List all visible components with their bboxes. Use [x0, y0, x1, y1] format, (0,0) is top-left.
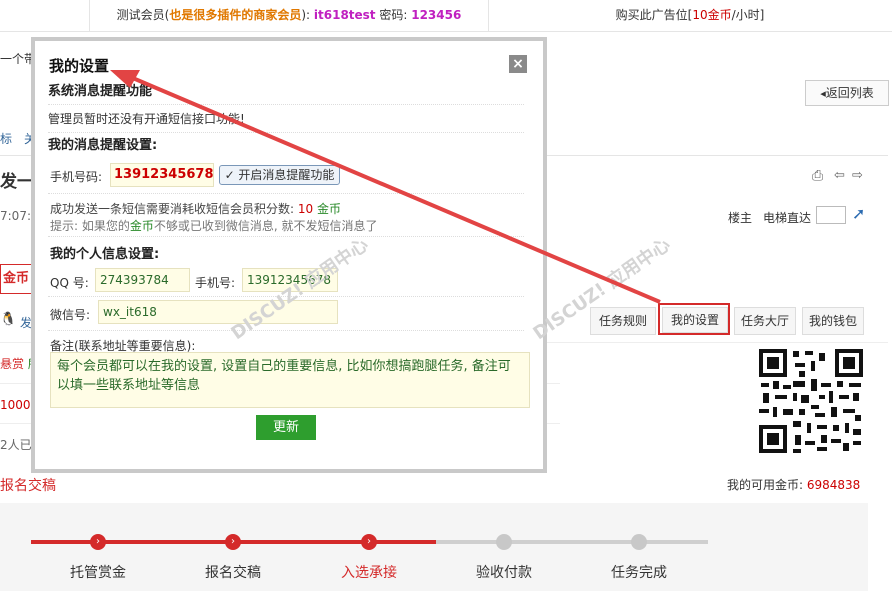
available-coins-label: 我的可用金币: — [727, 478, 807, 492]
next-thread-icon[interactable]: ⇨ — [852, 168, 863, 183]
test-password: 123456 — [411, 8, 462, 22]
test-label-highlight: 也是很多插件的商家会员 — [169, 8, 302, 22]
close-icon[interactable]: × — [509, 55, 527, 73]
hint-prefix: 提示: 如果您的 — [50, 219, 130, 233]
phone-input[interactable]: 13912345678 — [110, 163, 214, 187]
test-label-suffix: ): — [301, 8, 314, 22]
my-wallet-button[interactable]: 我的钱包 — [802, 307, 864, 335]
ad-slot-link[interactable]: 购买此广告位[10金币/小时] — [488, 0, 892, 31]
sms-status-row: 管理员暂时还没有开通短信接口功能! — [48, 106, 524, 133]
back-to-list-button[interactable]: ◂返回列表 — [805, 80, 889, 106]
step-label-4: 验收付款 — [476, 565, 532, 581]
password-label: 密码: — [375, 8, 412, 22]
ad-amount: 10金币 — [692, 8, 732, 22]
signup-label-partial: 报名交稿 — [0, 478, 56, 494]
sms-cost-prefix: 成功发送一条短信需要消耗收短信会员积分数: — [50, 202, 298, 216]
step-dot-3: › — [361, 534, 377, 550]
update-button[interactable]: 更新 — [256, 415, 316, 440]
sms-status-text: 管理员暂时还没有开通短信接口功能! — [48, 112, 245, 126]
step-dot-1: › — [90, 534, 106, 550]
section-sms: 系统消息提醒功能 — [48, 80, 524, 105]
enable-notify-button[interactable]: ✓ 开启消息提醒功能 — [219, 165, 340, 185]
my-settings-button[interactable]: 我的设置 — [662, 307, 728, 333]
sms-cost-unit: 金币 — [316, 202, 341, 216]
ad-suffix: /小时] — [731, 8, 765, 22]
divider — [48, 236, 524, 237]
sms-cost-value: 10 — [297, 202, 314, 216]
mobile-label: 手机号: — [195, 276, 236, 290]
coin-badge: 金币 — [0, 264, 32, 294]
sms-cost-text: 成功发送一条短信需要消耗收短信会员积分数: 10 金币 — [50, 200, 341, 217]
step-dot-5 — [631, 534, 647, 550]
elevator-label: 电梯直达 — [763, 211, 812, 225]
prev-thread-icon[interactable]: ⇦ — [834, 168, 845, 183]
section-personal: 我的个人信息设置: — [50, 243, 159, 262]
elevator-floor-input[interactable] — [816, 206, 846, 224]
test-account-banner: 测试会员(也是很多插件的商家会员): it618test 密码: 123456 — [89, 0, 489, 31]
step-label-5: 任务完成 — [611, 565, 667, 581]
available-coins: 我的可用金币: 6984838 — [727, 476, 860, 493]
phone-label: 手机号码: — [50, 170, 103, 184]
step-dot-2: › — [225, 534, 241, 550]
qq-label: QQ 号: — [50, 276, 89, 290]
step-label-3: 入选承接 — [341, 565, 397, 581]
test-username: it618test — [313, 8, 376, 22]
hint-suffix: 不够或已收到微信消息, 就不发短信消息了 — [153, 219, 378, 233]
qq-input[interactable]: 274393784 — [95, 268, 190, 292]
step-label-2: 报名交稿 — [205, 565, 261, 581]
hint-coin: 金币 — [129, 219, 154, 233]
floor-label: 楼主 — [728, 211, 753, 225]
print-icon[interactable]: ⎙ — [812, 168, 823, 184]
section-personal-title: 我的个人信息设置: — [50, 247, 160, 262]
section-notify: 我的消息提醒设置: — [48, 134, 524, 158]
note-textarea[interactable]: 每个会员都可以在我的设置, 设置自己的重要信息, 比如你想搞跑腿任务, 备注可以… — [50, 352, 530, 408]
wechat-label: 微信号: — [50, 308, 91, 322]
wechat-input[interactable]: wx_it618 — [98, 300, 338, 324]
amount-value: 1000 — [0, 398, 31, 412]
step-dot-4 — [496, 534, 512, 550]
dialog-title: 我的设置 — [49, 57, 110, 75]
qr-code-image — [759, 349, 863, 453]
task-hall-button[interactable]: 任务大厅 — [734, 307, 796, 335]
sms-hint-text: 提示: 如果您的金币不够或已收到微信消息, 就不发短信消息了 — [50, 217, 378, 234]
step-label-1: 托管赏金 — [70, 565, 126, 581]
section-sms-title: 系统消息提醒功能 — [48, 84, 153, 99]
back-to-list-label: 返回列表 — [825, 86, 874, 100]
reward-partial: 悬赏 — [0, 357, 25, 371]
section-notify-title: 我的消息提醒设置: — [48, 138, 158, 153]
tab-partial-1[interactable]: 标 — [0, 130, 12, 147]
task-rules-button[interactable]: 任务规则 — [590, 307, 656, 335]
qq-icon: 🐧 — [0, 312, 17, 327]
available-coins-value: 6984838 — [806, 478, 861, 492]
progress-line-inactive — [436, 540, 708, 544]
test-label: 测试会员( — [116, 8, 170, 22]
divider — [48, 330, 524, 331]
elevator-go-icon[interactable]: ➚ — [852, 204, 865, 223]
ad-prefix: 购买此广告位[ — [615, 8, 693, 22]
divider — [48, 193, 524, 194]
